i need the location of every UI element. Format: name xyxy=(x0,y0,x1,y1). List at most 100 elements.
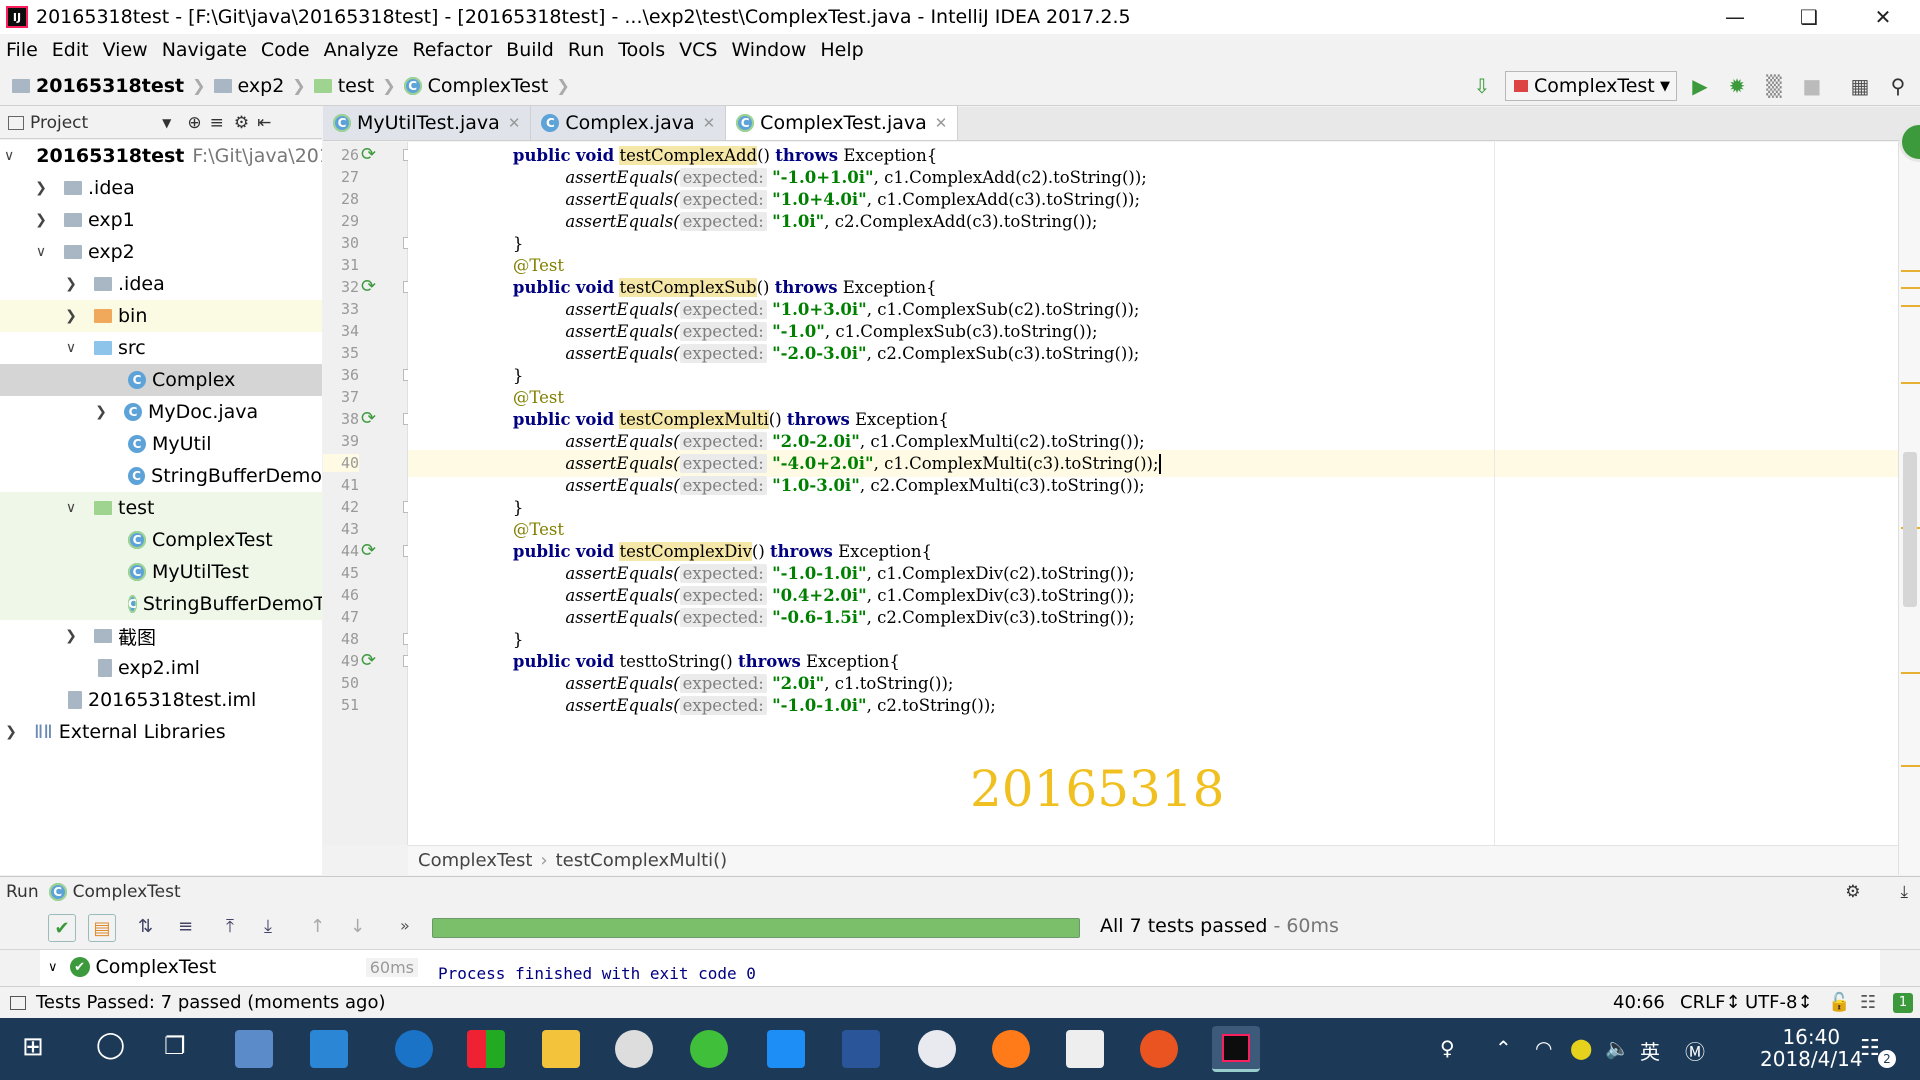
person-icon[interactable]: ♀ xyxy=(1440,1036,1455,1060)
app-icon-circles[interactable] xyxy=(615,1030,653,1068)
close-icon[interactable]: ✕ xyxy=(935,114,948,132)
ime-mode-icon[interactable]: Ⓜ xyxy=(1685,1036,1705,1065)
warning-marker[interactable] xyxy=(1901,287,1920,289)
editor-gutter[interactable]: 26 ⟳ 27 28 29 30 31 32 ⟳ 33 34 35 36 37 38 ⟳ 39 40 41 42 43 4… xyxy=(323,142,415,845)
menu-view[interactable]: View xyxy=(103,39,148,61)
close-icon[interactable]: ✕ xyxy=(508,114,521,132)
menu-analyze[interactable]: Analyze xyxy=(324,39,399,61)
breadcrumb-method[interactable]: testComplexMulti() xyxy=(556,850,728,871)
warning-marker[interactable] xyxy=(1901,672,1920,674)
run-test-icon[interactable]: ⟳ xyxy=(361,276,383,297)
tree-item-complex[interactable]: C Complex xyxy=(0,364,322,396)
warning-marker[interactable] xyxy=(1901,305,1920,307)
tree-item-myutiltest[interactable]: C MyUtilTest xyxy=(0,556,322,588)
sort-duration-icon[interactable]: ≡ xyxy=(178,916,193,937)
warning-marker[interactable] xyxy=(1901,382,1920,384)
app-tray-icon[interactable]: ⬤ xyxy=(1570,1036,1592,1060)
breadcrumb-complextest[interactable]: C ComplexTest ❯ xyxy=(403,75,570,97)
test-root-row[interactable]: ∨ ✔ ComplexTest 60ms xyxy=(48,956,418,978)
search-icon[interactable]: ⚲ xyxy=(1886,74,1910,98)
lock-icon[interactable]: 🔓 xyxy=(1828,992,1850,1013)
menu-file[interactable]: File xyxy=(6,39,38,61)
menu-build[interactable]: Build xyxy=(506,39,554,61)
tree-item-exp2-iml[interactable]: exp2.iml xyxy=(0,652,322,684)
code-editor[interactable]: public void testComplexAdd() throws Exce… xyxy=(408,142,1898,845)
tree-item-stringbufferdemotest[interactable]: C StringBufferDemoT xyxy=(0,588,322,620)
tab-complextest[interactable]: C ComplexTest.java ✕ xyxy=(726,106,959,140)
menu-run[interactable]: Run xyxy=(568,39,604,61)
run-test-icon[interactable]: ⟳ xyxy=(361,650,383,671)
event-log-icon[interactable]: 1 xyxy=(1893,992,1913,1013)
editor-scrollbar[interactable] xyxy=(1898,122,1920,875)
toggle-panels-icon[interactable] xyxy=(10,995,26,1010)
line-separator[interactable]: CRLF↕ xyxy=(1680,992,1741,1013)
hide-icon[interactable]: ⇤ xyxy=(257,113,271,133)
menu-refactor[interactable]: Refactor xyxy=(412,39,492,61)
firefox-icon[interactable] xyxy=(992,1030,1030,1068)
gear-icon[interactable]: ⚙ xyxy=(234,113,249,133)
volume-icon[interactable]: 🔈 xyxy=(1605,1036,1630,1060)
menu-help[interactable]: Help xyxy=(820,39,863,61)
tab-myutiltest[interactable]: C MyUtilTest.java ✕ xyxy=(323,106,532,140)
warning-marker[interactable] xyxy=(1901,270,1920,272)
edge-icon[interactable] xyxy=(395,1030,433,1068)
breadcrumb-project[interactable]: 20165318test ❯ xyxy=(12,75,206,97)
office-icon[interactable] xyxy=(467,1030,505,1068)
collapse-icon[interactable]: ≡ xyxy=(210,113,224,133)
cursor-position[interactable]: 40:66 xyxy=(1613,992,1665,1013)
mail-icon[interactable] xyxy=(1066,1030,1104,1068)
stop-icon[interactable]: ■ xyxy=(1800,74,1824,98)
qq-icon[interactable] xyxy=(767,1030,805,1068)
notification-icon[interactable]: ☷ xyxy=(1860,1036,1880,1061)
expand-all-icon[interactable]: ⤒ xyxy=(226,916,234,937)
show-passed-icon[interactable]: ✔ xyxy=(48,914,76,942)
collapse-all-icon[interactable]: ⤓ xyxy=(264,916,272,937)
tree-item-exp1[interactable]: ❯ exp1 xyxy=(0,204,322,236)
chevron-down-icon[interactable]: ▼ xyxy=(162,116,171,130)
run-test-icon[interactable]: ⟳ xyxy=(361,540,383,561)
locate-icon[interactable]: ⊕ xyxy=(187,113,201,133)
project-structure-icon[interactable]: ▦ xyxy=(1848,74,1872,98)
menu-edit[interactable]: Edit xyxy=(52,39,89,61)
chevron-up-icon[interactable]: ⌃ xyxy=(1495,1036,1512,1060)
debug-icon[interactable]: ✹ xyxy=(1725,74,1749,98)
more-icon[interactable]: » xyxy=(400,916,410,935)
tree-item-external-libraries[interactable]: ❯ ⅡⅡ External Libraries xyxy=(0,716,322,748)
run-test-icon[interactable]: ⟳ xyxy=(361,408,383,429)
code-line[interactable]: assertEquals(expected: "-1.0-1.0i", c2.t… xyxy=(408,692,1898,719)
tree-item-mydoc[interactable]: ❯ C MyDoc.java xyxy=(0,396,322,428)
menu-vcs[interactable]: VCS xyxy=(679,39,717,61)
tree-item-bin[interactable]: ❯ bin xyxy=(0,300,322,332)
tree-item-idea[interactable]: ❯ .idea xyxy=(0,172,322,204)
hide-icon[interactable]: ⤓ xyxy=(1900,882,1908,902)
tree-item-src[interactable]: ∨ src xyxy=(0,332,322,364)
menu-code[interactable]: Code xyxy=(261,39,310,61)
word-icon[interactable] xyxy=(842,1030,880,1068)
cortana-icon[interactable]: ◯ xyxy=(96,1030,125,1060)
windows-start-icon[interactable]: ⊞ xyxy=(22,1032,44,1062)
tree-item-myutil[interactable]: C MyUtil xyxy=(0,428,322,460)
tree-item-project-iml[interactable]: 20165318test.iml xyxy=(0,684,322,716)
menu-tools[interactable]: Tools xyxy=(618,39,665,61)
task-view-icon[interactable]: ❐ xyxy=(164,1032,186,1060)
breadcrumb-exp2[interactable]: exp2 ❯ xyxy=(213,75,306,97)
scrollbar-thumb[interactable] xyxy=(1903,452,1917,607)
menu-navigate[interactable]: Navigate xyxy=(162,39,247,61)
tab-complex[interactable]: C Complex.java ✕ xyxy=(531,106,727,140)
tree-item-root[interactable]: ∨ 20165318test F:\Git\java\201 xyxy=(0,140,322,172)
run-icon[interactable]: ▶ xyxy=(1688,74,1712,98)
gear-icon[interactable]: ⚙ xyxy=(1845,882,1860,902)
wifi-icon[interactable]: ◠ xyxy=(1535,1036,1552,1060)
show-ignored-icon[interactable]: ▤ xyxy=(88,914,116,942)
next-icon[interactable]: ↓ xyxy=(350,916,365,937)
tree-item-complextest[interactable]: C ComplexTest xyxy=(0,524,322,556)
intellij-taskbar-icon[interactable] xyxy=(1212,1026,1260,1072)
warning-marker[interactable] xyxy=(1901,765,1920,767)
app-icon-bird[interactable] xyxy=(310,1030,348,1068)
breadcrumb-class[interactable]: ComplexTest xyxy=(418,850,532,871)
inspector-icon[interactable]: ☷ xyxy=(1860,992,1876,1013)
breadcrumb-test[interactable]: test ❯ xyxy=(313,75,396,97)
tree-item-stringbufferdemo[interactable]: C StringBufferDemo xyxy=(0,460,322,492)
wechat-icon[interactable] xyxy=(690,1030,728,1068)
coverage-icon[interactable]: ▒ xyxy=(1762,74,1786,98)
